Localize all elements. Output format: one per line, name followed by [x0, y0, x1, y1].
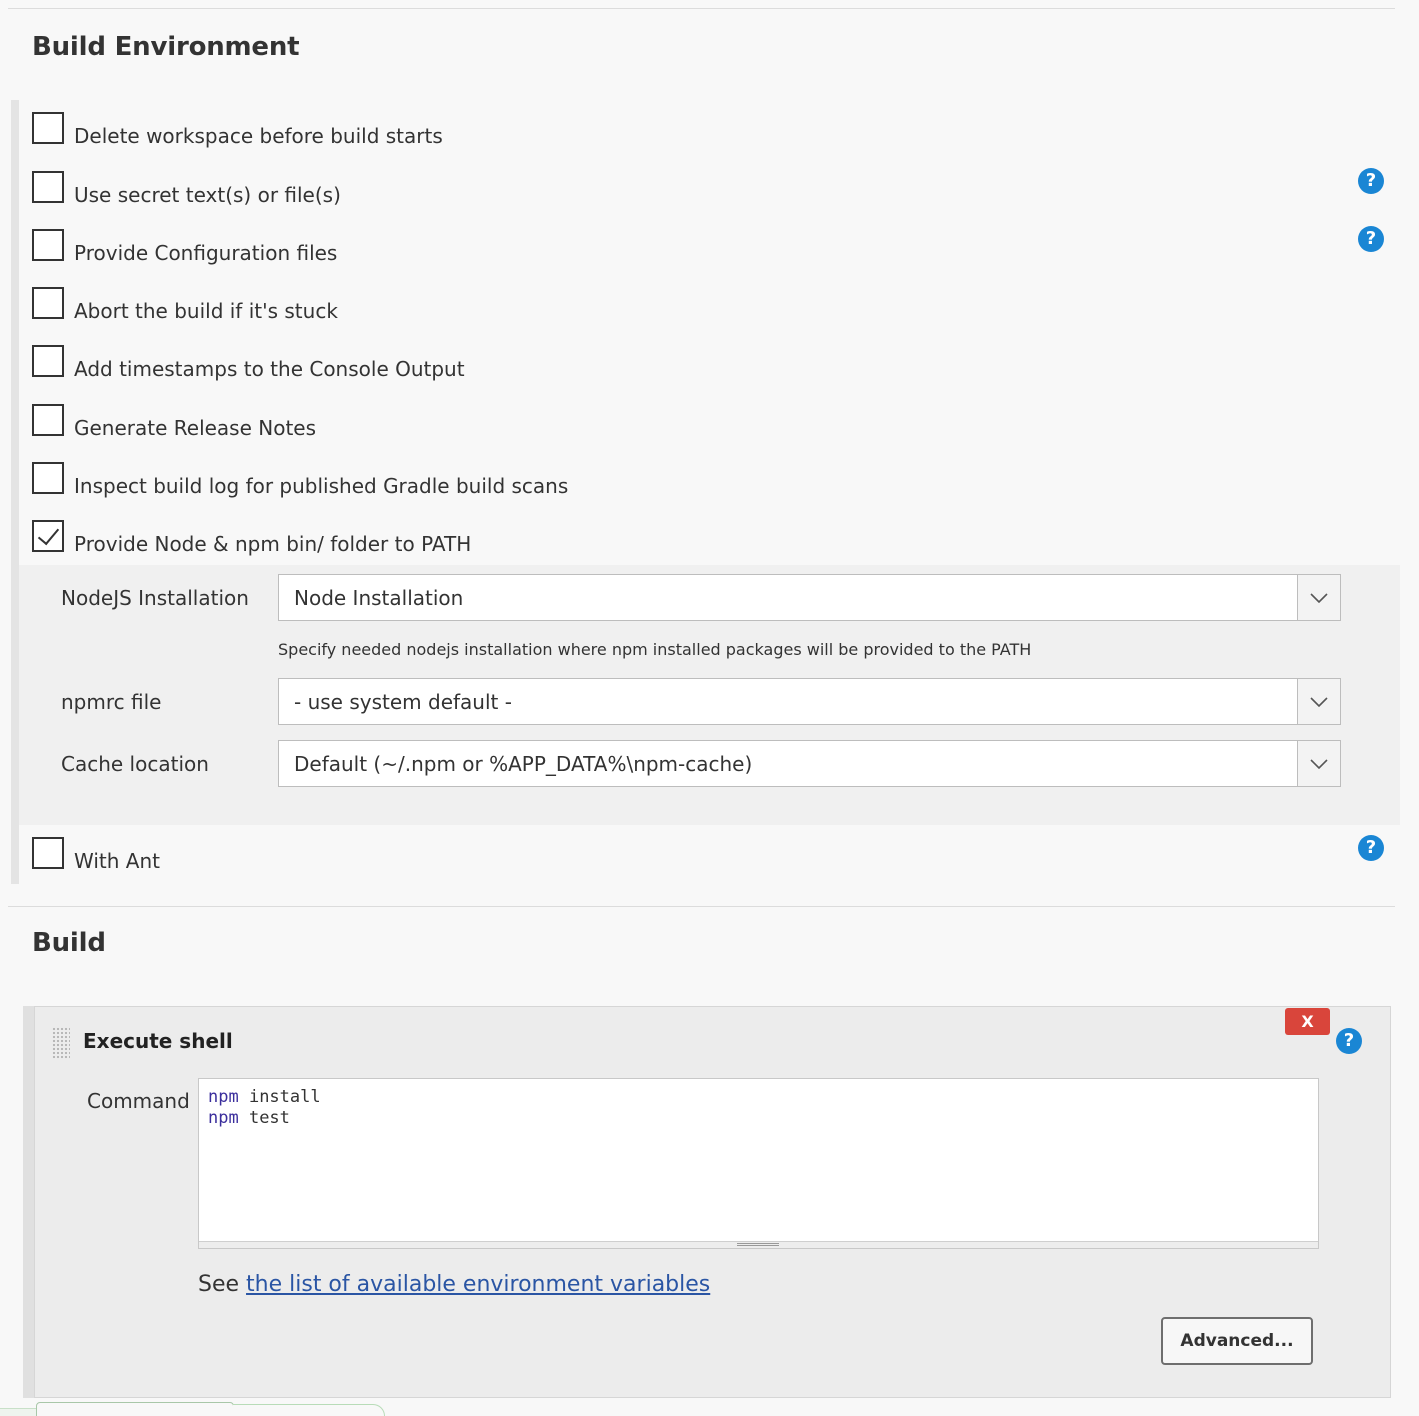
option-with-ant[interactable]: With Ant: [32, 837, 160, 877]
option-label: Provide Node & npm bin/ folder to PATH: [74, 532, 472, 556]
env-vars-prefix: See: [198, 1272, 247, 1297]
advanced-button[interactable]: Advanced...: [1161, 1317, 1313, 1365]
select-value: - use system default -: [294, 689, 512, 714]
bottom-button[interactable]: [233, 1404, 385, 1416]
option-label: With Ant: [74, 849, 160, 873]
resize-grip-icon: [737, 1243, 779, 1246]
section-title-build: Build: [32, 928, 106, 958]
divider: [8, 8, 1395, 9]
checkbox[interactable]: [32, 229, 64, 261]
npmrc-label: npmrc file: [61, 690, 162, 714]
chevron-down-icon[interactable]: [1297, 575, 1340, 620]
checkbox[interactable]: [32, 837, 64, 869]
option-label: Use secret text(s) or file(s): [74, 183, 341, 207]
checkbox[interactable]: [32, 171, 64, 203]
delete-step-button[interactable]: X: [1285, 1008, 1330, 1035]
command-textarea[interactable]: npm install npm test: [198, 1078, 1319, 1249]
checkbox[interactable]: [32, 112, 64, 144]
drag-handle-icon[interactable]: [52, 1027, 70, 1059]
option-node-path[interactable]: Provide Node & npm bin/ folder to PATH: [32, 520, 471, 560]
option-release-notes[interactable]: Generate Release Notes: [32, 404, 316, 444]
chevron-down-icon[interactable]: [1297, 741, 1340, 786]
cache-location-select[interactable]: Default (~/.npm or %APP_DATA%\npm-cache): [278, 740, 1341, 787]
help-icon[interactable]: ?: [1358, 835, 1384, 861]
job-config-page: Build Environment Delete workspace befor…: [0, 0, 1419, 1416]
code-arg: install: [238, 1087, 321, 1107]
section-indent-bar: [11, 100, 19, 884]
bottom-bar: [0, 1408, 36, 1416]
option-gradle-scans[interactable]: Inspect build log for published Gradle b…: [32, 462, 568, 502]
code-arg: test: [238, 1108, 290, 1128]
nodejs-installation-label: NodeJS Installation: [61, 586, 249, 610]
cache-location-label: Cache location: [61, 752, 209, 776]
option-label: Provide Configuration files: [74, 241, 338, 265]
checkbox[interactable]: [32, 462, 64, 494]
option-label: Generate Release Notes: [74, 416, 317, 440]
env-vars-note: See the list of available environment va…: [198, 1272, 710, 1297]
nodejs-installation-hint: Specify needed nodejs installation where…: [278, 640, 1032, 659]
nodejs-installation-select[interactable]: Node Installation: [278, 574, 1341, 621]
checkbox[interactable]: [32, 345, 64, 377]
help-icon[interactable]: ?: [1336, 1028, 1362, 1054]
option-label: Delete workspace before build starts: [74, 124, 443, 148]
chevron-down-icon[interactable]: [1297, 679, 1340, 724]
select-value: Default (~/.npm or %APP_DATA%\npm-cache): [294, 751, 753, 776]
divider: [8, 906, 1395, 907]
checkbox[interactable]: [32, 287, 64, 319]
option-timestamps[interactable]: Add timestamps to the Console Output: [32, 345, 465, 385]
bottom-button[interactable]: [36, 1402, 234, 1416]
env-vars-link[interactable]: the list of available environment variab…: [246, 1272, 710, 1297]
code-line: npm test: [208, 1108, 321, 1129]
section-title-build-environment: Build Environment: [32, 32, 300, 62]
option-config-files[interactable]: Provide Configuration files: [32, 229, 337, 269]
npmrc-select[interactable]: - use system default -: [278, 678, 1341, 725]
help-icon[interactable]: ?: [1358, 226, 1384, 252]
help-icon[interactable]: ?: [1358, 168, 1384, 194]
option-delete-workspace[interactable]: Delete workspace before build starts: [32, 112, 443, 152]
command-code: npm install npm test: [208, 1087, 321, 1129]
build-step-side-bar: [23, 1006, 35, 1398]
option-abort-stuck[interactable]: Abort the build if it's stuck: [32, 287, 338, 327]
option-secret-text[interactable]: Use secret text(s) or file(s): [32, 171, 341, 211]
build-step-title: Execute shell: [83, 1029, 233, 1053]
option-label: Inspect build log for published Gradle b…: [74, 474, 569, 498]
select-value: Node Installation: [294, 585, 464, 610]
code-line: npm install: [208, 1087, 321, 1108]
option-label: Abort the build if it's stuck: [74, 299, 338, 323]
checkbox[interactable]: [32, 404, 64, 436]
code-keyword: npm: [208, 1087, 239, 1107]
option-label: Add timestamps to the Console Output: [74, 357, 465, 381]
textarea-resize-handle[interactable]: [199, 1241, 1318, 1248]
code-keyword: npm: [208, 1108, 239, 1128]
checkbox-checked[interactable]: [32, 520, 64, 552]
command-label: Command: [87, 1089, 190, 1113]
